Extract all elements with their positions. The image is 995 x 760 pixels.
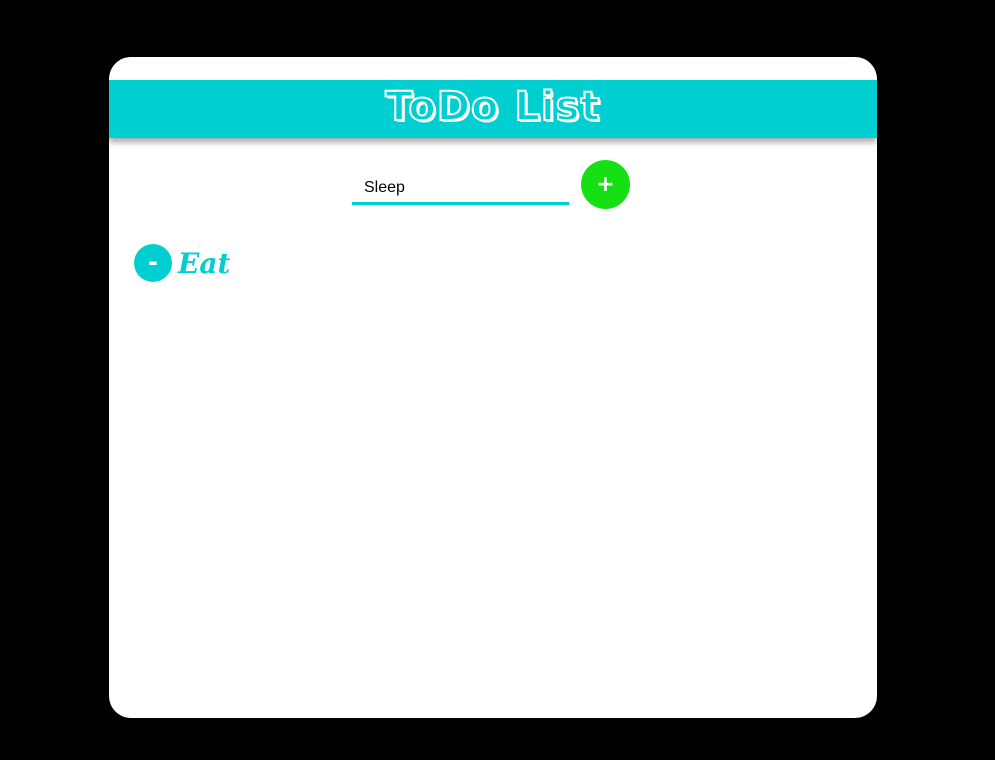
todo-list: - Eat (134, 244, 834, 282)
todo-card: ToDo List + - Eat (109, 57, 877, 718)
header-bar: ToDo List (109, 80, 877, 138)
todo-item-text: Eat (178, 246, 231, 280)
list-item: - Eat (134, 244, 834, 282)
page-title: ToDo List (384, 83, 601, 131)
add-todo-form: + (352, 160, 632, 212)
minus-icon: - (148, 247, 158, 276)
remove-button[interactable]: - (134, 244, 172, 282)
plus-icon: + (596, 172, 615, 197)
add-button[interactable]: + (581, 160, 630, 209)
todo-input[interactable] (352, 173, 569, 205)
